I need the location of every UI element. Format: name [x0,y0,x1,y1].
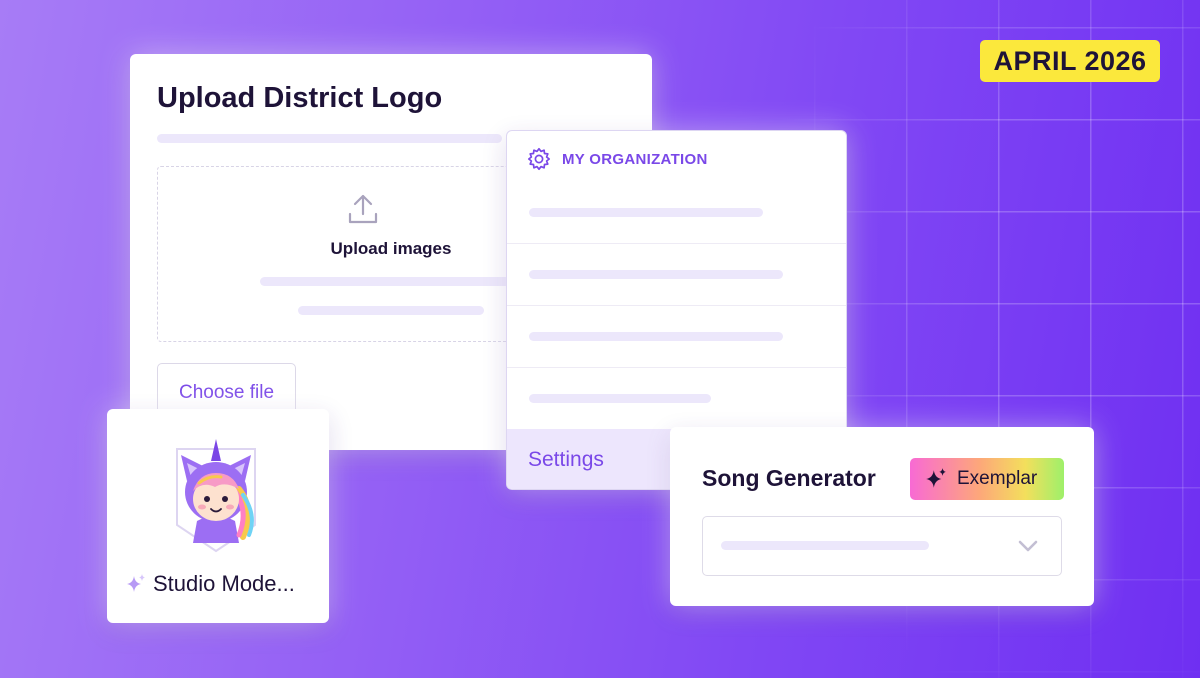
studio-mode-label: Studio Mode... [125,571,295,597]
menu-item[interactable] [507,306,846,368]
studio-mode-text: Studio Mode... [153,571,295,596]
sparkle-icon [127,574,145,592]
upload-card-title: Upload District Logo [157,82,443,114]
organization-menu-header: MY ORGANIZATION [527,147,708,171]
placeholder-bar [298,306,484,315]
chevron-down-icon [1018,540,1038,552]
date-badge: APRIL 2026 [980,40,1160,82]
song-generator-title: Song Generator [702,465,876,491]
gear-icon [527,147,551,171]
exemplar-badge: Exemplar [910,458,1064,500]
menu-item[interactable] [507,368,846,430]
placeholder-bar [529,270,783,279]
placeholder-bar [529,394,711,403]
unicorn-mascot [176,439,256,553]
sparkle-icon [926,468,946,488]
placeholder-bar [721,541,929,550]
menu-item[interactable] [507,182,846,244]
upload-icon [348,194,378,224]
menu-item[interactable] [507,244,846,306]
placeholder-bar [529,332,783,341]
song-generator-card: Song Generator Exemplar [670,427,1094,606]
placeholder-bar [529,208,763,217]
placeholder-bar [260,277,510,286]
upload-images-label: Upload images [330,239,452,258]
organization-menu-title: MY ORGANIZATION [562,150,708,168]
placeholder-bar [157,134,502,143]
exemplar-badge-label: Exemplar [957,468,1038,489]
song-dropdown[interactable] [702,516,1062,576]
studio-mode-card[interactable]: Studio Mode... [107,409,329,623]
